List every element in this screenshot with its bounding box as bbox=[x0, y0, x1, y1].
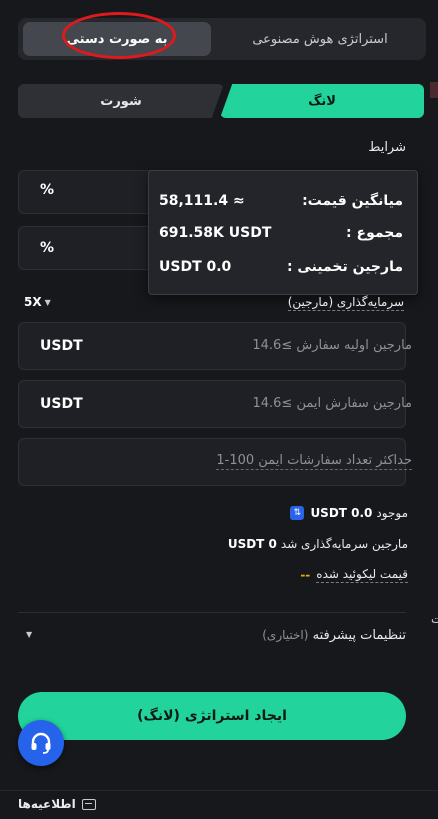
short-button[interactable]: شورت bbox=[18, 84, 224, 118]
tooltip-total-row: 691.58K USDT مجموع : bbox=[159, 225, 403, 245]
edge-glyph: ت bbox=[431, 612, 438, 626]
liquidation-price: -- قیمت لیکوئید شده bbox=[300, 567, 408, 583]
tab-ai-strategy[interactable]: استراتژی هوش مصنوعی bbox=[218, 22, 422, 56]
scrollbar-marker bbox=[430, 82, 438, 98]
caret-down-icon[interactable]: ▼ bbox=[26, 630, 32, 639]
percent-unit-1: % bbox=[40, 182, 55, 198]
advanced-settings-toggle[interactable]: تنظیمات پیشرفته (اختیاری) bbox=[262, 628, 406, 643]
available-balance: ⇅ USDT 0.0 موجود bbox=[290, 506, 408, 520]
notifications-link[interactable]: اطلاعیه‌ها bbox=[18, 797, 96, 811]
advanced-optional: (اختیاری) bbox=[262, 628, 309, 642]
notification-icon bbox=[81, 798, 96, 810]
invested-label: مارجین سرمایه‌گذاری شد bbox=[280, 537, 408, 551]
liq-value: -- bbox=[300, 568, 311, 582]
leverage-value: 5X bbox=[24, 295, 42, 309]
notifications-label: اطلاعیه‌ها bbox=[18, 797, 76, 811]
support-button[interactable] bbox=[18, 720, 64, 766]
create-strategy-button[interactable]: ایجاد استراتژی (لانگ) bbox=[18, 692, 406, 740]
advanced-label: تنظیمات پیشرفته bbox=[312, 628, 406, 643]
investment-label: سرمایه‌گذاری (مارجین) bbox=[287, 295, 404, 311]
initial-order-unit: USDT bbox=[40, 338, 83, 354]
tab-manual[interactable]: به صورت دستی bbox=[23, 22, 211, 56]
safety-order-unit: USDT bbox=[40, 396, 83, 412]
price-tooltip: 58,111.4 ≈ میانگین قیمت: 691.58K USDT مج… bbox=[148, 170, 418, 295]
total-label: مجموع : bbox=[346, 225, 403, 241]
max-safety-orders-placeholder: حداکثر تعداد سفارشات ایمن 100-1 bbox=[216, 453, 412, 470]
headset-icon bbox=[31, 732, 51, 754]
divider bbox=[18, 612, 406, 613]
est-margin-value: USDT 0.0 bbox=[159, 259, 232, 275]
est-margin-label: مارجین تخمینی : bbox=[286, 259, 403, 275]
avg-price-label: میانگین قیمت: bbox=[302, 193, 403, 209]
liq-label: قیمت لیکوئید شده bbox=[316, 567, 408, 583]
available-value: USDT 0.0 bbox=[310, 506, 373, 520]
tooltip-margin-row: USDT 0.0 مارجین تخمینی : bbox=[159, 259, 403, 279]
long-button[interactable]: لانگ bbox=[220, 84, 424, 118]
invested-value: USDT 0 bbox=[227, 537, 277, 551]
caret-down-icon: ▼ bbox=[44, 297, 51, 307]
total-value: 691.58K USDT bbox=[159, 225, 272, 241]
avg-price-value: 58,111.4 ≈ bbox=[159, 193, 245, 209]
safety-order-placeholder: مارجین سفارش ایمن ≥14.6 bbox=[252, 396, 412, 411]
leverage-selector[interactable]: 5X ▼ bbox=[24, 295, 51, 309]
initial-order-placeholder: مارجین اولیه سفارش ≥14.6 bbox=[252, 338, 412, 353]
available-label: موجود bbox=[376, 506, 408, 520]
tooltip-avg-price-row: 58,111.4 ≈ میانگین قیمت: bbox=[159, 193, 403, 213]
invested-margin: USDT 0 مارجین سرمایه‌گذاری شد bbox=[228, 537, 408, 551]
conditions-label: شرایط bbox=[368, 140, 406, 155]
swap-icon[interactable]: ⇅ bbox=[290, 506, 305, 520]
percent-unit-2: % bbox=[40, 240, 55, 256]
